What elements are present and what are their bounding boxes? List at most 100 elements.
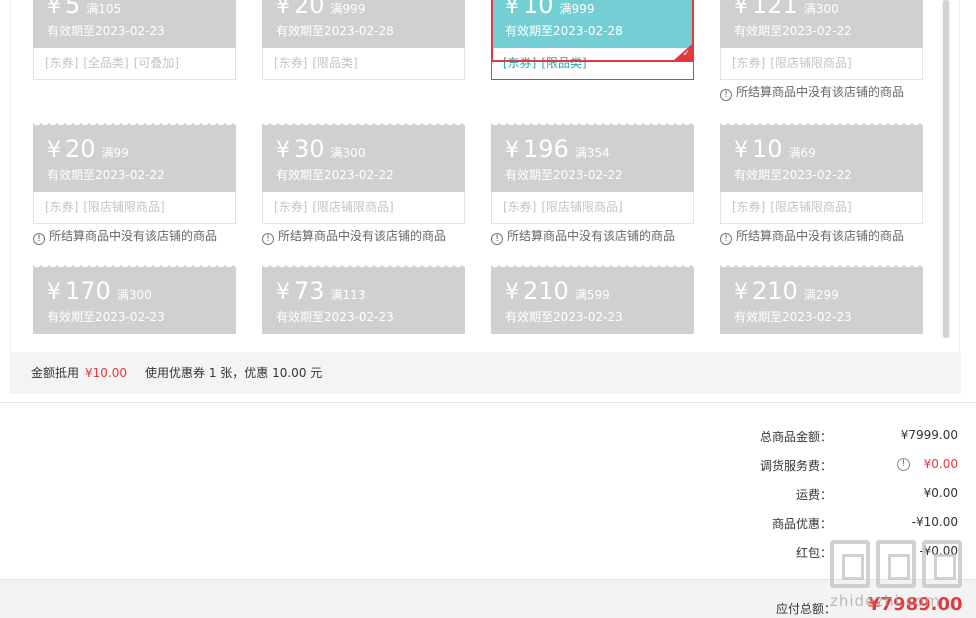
coupon-unavailable-note: ! 所结算商品中没有该店铺的商品 xyxy=(33,227,217,245)
coupon-expiry: 有效期至2023-02-23 xyxy=(276,310,394,324)
coupon-card[interactable]: ¥10 满999 有效期至2023-02-28 [东券] [限品类] ✓ xyxy=(491,0,694,108)
coupon-expiry: 有效期至2023-02-22 xyxy=(505,168,623,182)
coupon-tag: [限店铺限商品] xyxy=(770,200,852,214)
coupon-expiry: 有效期至2023-02-22 xyxy=(276,168,394,182)
coupon-value: 30 xyxy=(294,135,325,163)
coupon-card[interactable]: ¥20 满999 有效期至2023-02-28 [东券] [限品类] xyxy=(262,0,465,108)
coupon-value: 10 xyxy=(752,135,783,163)
coupon-threshold: 满105 xyxy=(86,2,122,16)
coupon-face: ¥121 满300 有效期至2023-02-22 xyxy=(720,0,923,48)
coupon-value: 121 xyxy=(752,0,798,19)
red-packet-label: 红包： xyxy=(795,546,832,560)
coupon-expiry: 有效期至2023-02-28 xyxy=(505,24,623,38)
coupon-face: ¥170 满300 有效期至2023-02-23 xyxy=(33,264,236,334)
coupon-expiry: 有效期至2023-02-28 xyxy=(276,24,394,38)
coupon-tag: [东券] xyxy=(45,56,79,70)
coupon-card[interactable]: ¥210 满299 有效期至2023-02-23 xyxy=(720,264,923,338)
coupon-expiry: 有效期至2023-02-22 xyxy=(734,24,852,38)
coupon-amount: ¥210 满599 xyxy=(505,276,610,306)
red-packet-value: -¥0.00 xyxy=(919,544,958,558)
coupon-threshold: 满113 xyxy=(330,288,366,302)
scrollbar-thumb[interactable] xyxy=(943,0,949,338)
coupon-card[interactable]: ¥5 满105 有效期至2023-02-23 [东券] [全品类] [可叠加] xyxy=(33,0,236,108)
coupon-tags: [东券] [限店铺限商品] xyxy=(491,192,694,224)
info-circle-icon: ! xyxy=(720,233,732,245)
coupon-amount: ¥20 满999 xyxy=(276,0,365,20)
coupon-tags: [东券] [限店铺限商品] xyxy=(262,192,465,224)
service-fee-label: 调货服务费： xyxy=(759,459,832,473)
coupon-threshold: 满300 xyxy=(116,288,152,302)
coupon-unavailable-note: ! 所结算商品中没有该店铺的商品 xyxy=(491,227,675,245)
coupon-card[interactable]: ¥196 满354 有效期至2023-02-22 [东券] [限店铺限商品]! 所结算商品… xyxy=(491,122,694,252)
coupon-threshold: 满999 xyxy=(330,2,366,16)
coupon-value: 210 xyxy=(523,277,569,305)
coupon-expiry: 有效期至2023-02-22 xyxy=(734,168,852,182)
coupon-card[interactable]: ¥121 满300 有效期至2023-02-22 [东券] [限店铺限商品]! 所结算商品… xyxy=(720,0,923,108)
coupon-tag: [限店铺限商品] xyxy=(770,56,852,70)
coupon-tag: [限品类] xyxy=(541,56,587,70)
coupon-card[interactable]: ¥30 满300 有效期至2023-02-22 [东券] [限店铺限商品]! 所结算商品中… xyxy=(262,122,465,252)
shipping-row: 运费： ¥0.00 xyxy=(600,486,960,504)
coupon-value: 20 xyxy=(294,0,325,19)
service-fee-value: ¥0.00 xyxy=(923,457,958,471)
coupon-tags: [东券] [全品类] [可叠加] xyxy=(33,48,236,80)
coupon-scrollbar[interactable] xyxy=(941,0,951,338)
coupon-amount: ¥30 满300 xyxy=(276,134,365,164)
goods-total-label: 总商品金额： xyxy=(759,430,832,444)
coupon-value: 196 xyxy=(523,135,569,163)
coupon-currency: ¥ xyxy=(734,138,748,163)
shipping-label: 运费： xyxy=(795,488,832,502)
coupon-currency: ¥ xyxy=(276,280,290,305)
coupon-card[interactable]: ¥73 满113 有效期至2023-02-23 xyxy=(262,264,465,338)
coupon-currency: ¥ xyxy=(47,0,61,19)
coupon-expiry: 有效期至2023-02-23 xyxy=(734,310,852,324)
coupon-card[interactable]: ¥210 满599 有效期至2023-02-23 xyxy=(491,264,694,338)
section-divider xyxy=(0,402,976,403)
info-circle-icon[interactable]: ! xyxy=(897,458,910,471)
coupon-expiry: 有效期至2023-02-23 xyxy=(47,310,165,324)
coupon-value: 73 xyxy=(294,277,325,305)
coupon-face: ¥73 满113 有效期至2023-02-23 xyxy=(262,264,465,334)
coupon-threshold: 满99 xyxy=(101,146,129,160)
coupon-face: ¥10 满999 有效期至2023-02-28 xyxy=(491,0,694,48)
coupon-tag: [限店铺限商品] xyxy=(83,200,165,214)
coupon-tag: [东券] xyxy=(732,56,766,70)
coupon-currency: ¥ xyxy=(505,280,519,305)
coupon-threshold: 满599 xyxy=(574,288,610,302)
payment-footer: 应付总额： ¥7989.00 xyxy=(0,579,976,618)
coupon-face: ¥20 满999 有效期至2023-02-28 xyxy=(262,0,465,48)
coupon-value: 210 xyxy=(752,277,798,305)
coupon-face: ¥5 满105 有效期至2023-02-23 xyxy=(33,0,236,48)
discount-row: 商品优惠： -¥10.00 xyxy=(600,515,960,533)
coupon-expiry: 有效期至2023-02-23 xyxy=(47,24,165,38)
coupon-tags: [东券] [限品类] xyxy=(262,48,465,80)
coupon-currency: ¥ xyxy=(47,138,61,163)
service-fee-row: 调货服务费： ! ¥0.00 xyxy=(600,457,960,475)
coupon-threshold: 满300 xyxy=(330,146,366,160)
coupon-value: 20 xyxy=(65,135,96,163)
coupon-card[interactable]: ¥10 满69 有效期至2023-02-22 [东券] [限店铺限商品]! 所结算商品中没… xyxy=(720,122,923,252)
note-text: 所结算商品中没有该店铺的商品 xyxy=(278,229,447,243)
coupon-threshold: 满300 xyxy=(803,2,839,16)
coupon-currency: ¥ xyxy=(505,0,519,19)
coupon-card[interactable]: ¥170 满300 有效期至2023-02-23 xyxy=(33,264,236,338)
pay-total-value: ¥7989.00 xyxy=(868,594,963,615)
coupon-card[interactable]: ¥20 满99 有效期至2023-02-22 [东券] [限店铺限商品]! 所结算商品中没… xyxy=(33,122,236,252)
coupon-face: ¥30 满300 有效期至2023-02-22 xyxy=(262,122,465,192)
info-circle-icon: ! xyxy=(491,233,503,245)
coupon-unavailable-note: ! 所结算商品中没有该店铺的商品 xyxy=(720,83,904,101)
coupon-threshold: 满354 xyxy=(574,146,610,160)
coupon-usage-text: 使用优惠券 1 张，优惠 10.00 元 xyxy=(145,366,323,380)
coupon-tags: [东券] [限品类] xyxy=(491,48,694,80)
info-circle-icon: ! xyxy=(33,233,45,245)
info-circle-icon: ! xyxy=(262,233,274,245)
note-text: 所结算商品中没有该店铺的商品 xyxy=(736,85,905,99)
coupon-tags: [东券] [限店铺限商品] xyxy=(720,192,923,224)
coupon-amount: ¥196 满354 xyxy=(505,134,610,164)
coupon-face: ¥196 满354 有效期至2023-02-22 xyxy=(491,122,694,192)
note-text: 所结算商品中没有该店铺的商品 xyxy=(507,229,676,243)
goods-total-value: ¥7999.00 xyxy=(900,428,958,442)
pay-total-label: 应付总额： xyxy=(776,602,837,616)
coupon-panel: ¥5 满105 有效期至2023-02-23 [东券] [全品类] [可叠加] ¥20 满99… xyxy=(10,0,961,394)
coupon-tag: [东券] xyxy=(503,200,537,214)
